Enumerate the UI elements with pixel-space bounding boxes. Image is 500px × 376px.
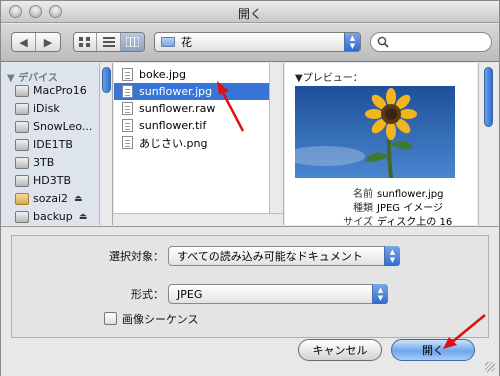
resize-grip-icon[interactable] — [485, 362, 495, 372]
search-icon — [377, 36, 389, 48]
drive-icon — [15, 84, 29, 97]
preview-pane: ▼プレビュー： 名前 sunflower.jpg 種類 JPEG イメージ サイ… — [285, 63, 477, 228]
column-view-button[interactable] — [120, 33, 144, 51]
popup-arrows-icon: ▲ ▼ — [384, 246, 400, 266]
drive-icon — [15, 102, 29, 115]
sidebar-item-3tb[interactable]: 3TB — [15, 154, 54, 171]
drive-icon — [15, 120, 29, 133]
format-popup-value: JPEG — [177, 287, 203, 301]
drive-icon — [15, 174, 29, 187]
search-field[interactable] — [370, 32, 492, 52]
enable-popup-value: すべての読み込み可能なドキュメント — [177, 250, 363, 263]
format-label: 形式： — [131, 288, 164, 301]
sidebar: ▼ デバイス MacPro16 iDisk SnowLeo... IDE1TB … — [1, 63, 113, 225]
view-mode-control — [73, 32, 145, 52]
location-label: 花 — [181, 36, 192, 49]
cancel-button[interactable]: キャンセル — [298, 339, 382, 361]
forward-arrow-icon: ▶ — [43, 35, 53, 49]
file-icon — [122, 68, 133, 81]
format-popup[interactable]: JPEG ▲ ▼ — [168, 284, 388, 304]
open-dialog-window: 開く ◀ ▶ 花 ▲ ▼ ▼ デバイス MacPro16 iDisk SnowL… — [0, 0, 500, 376]
preview-info-name: 名前 sunflower.jpg — [353, 189, 444, 200]
sidebar-scroll-thumb[interactable] — [102, 67, 111, 93]
eject-icon[interactable]: ⏏ — [74, 194, 83, 204]
sidebar-item-ide1tb[interactable]: IDE1TB — [15, 136, 73, 153]
file-row-sunflower-raw[interactable]: sunflower.raw — [114, 100, 270, 117]
folder-icon — [161, 37, 175, 47]
file-column-scrollbar[interactable] — [269, 63, 283, 213]
open-button[interactable]: 開く — [391, 339, 475, 361]
enable-label: 選択対象： — [109, 250, 164, 263]
list-view-button[interactable] — [97, 33, 121, 51]
image-sequence-label: 画像シーケンス — [122, 313, 199, 326]
back-forward-control: ◀ ▶ — [11, 32, 61, 52]
file-row-sunflower-tif[interactable]: sunflower.tif — [114, 117, 270, 134]
file-column-hscrollbar[interactable] — [114, 213, 283, 225]
location-popup[interactable]: 花 ▲ ▼ — [154, 32, 361, 52]
window-title: 開く — [237, 7, 262, 21]
list-view-icon — [102, 37, 115, 47]
browser-right-scrollbar[interactable] — [478, 63, 499, 225]
sidebar-item-idisk[interactable]: iDisk — [15, 100, 60, 117]
sidebar-item-hd3tb[interactable]: HD3TB — [15, 172, 71, 189]
file-icon — [122, 119, 133, 132]
preview-info-kind: 種類 JPEG イメージ — [353, 203, 444, 214]
file-row-sunflower-jpg[interactable]: sunflower.jpg — [114, 83, 270, 100]
drive-icon — [15, 156, 29, 169]
options-inset: 選択対象： すべての読み込み可能なドキュメント ▲ ▼ 形式： JPEG ▲ ▼ 画… — [11, 235, 489, 338]
sidebar-item-backup[interactable]: backup ⏏ — [15, 208, 87, 225]
sidebar-scrollbar[interactable] — [99, 63, 112, 225]
file-icon — [122, 102, 133, 115]
file-icon — [122, 85, 133, 98]
forward-button[interactable]: ▶ — [36, 33, 60, 51]
options-area: 選択対象： すべての読み込み可能なドキュメント ▲ ▼ 形式： JPEG ▲ ▼ 画… — [1, 226, 499, 376]
eject-icon[interactable]: ⏏ — [79, 212, 88, 222]
file-column: boke.jpg sunflower.jpg sunflower.raw sun… — [114, 63, 284, 225]
browser-scroll-thumb[interactable] — [484, 67, 493, 127]
back-arrow-icon: ◀ — [19, 35, 28, 49]
preview-header: ▼プレビュー： — [295, 73, 363, 84]
back-button[interactable]: ◀ — [12, 33, 36, 51]
drive-icon — [15, 138, 29, 151]
image-sequence-checkbox[interactable] — [104, 312, 117, 325]
enable-popup[interactable]: すべての読み込み可能なドキュメント ▲ ▼ — [168, 246, 400, 266]
file-icon — [122, 136, 133, 149]
sidebar-item-sozai2[interactable]: sozai2 ⏏ — [15, 190, 83, 207]
preview-hscroll-area — [285, 213, 477, 225]
drive-icon — [15, 210, 29, 223]
column-view-icon — [125, 37, 139, 47]
sidebar-item-snowleo[interactable]: SnowLeo... — [15, 118, 92, 135]
file-row-boke-jpg[interactable]: boke.jpg — [114, 66, 270, 83]
icon-view-button[interactable] — [74, 33, 98, 51]
folder-icon — [15, 192, 29, 205]
preview-image — [295, 86, 455, 178]
sidebar-item-macpro16[interactable]: MacPro16 — [15, 82, 87, 99]
toolbar: ◀ ▶ 花 ▲ ▼ — [1, 24, 499, 62]
title-bar: 開く — [1, 1, 499, 23]
file-row-ajisai-png[interactable]: あじさい.png — [114, 134, 270, 151]
icon-view-icon — [79, 37, 91, 47]
disclosure-triangle-icon[interactable]: ▼ — [7, 73, 15, 84]
popup-arrows-icon: ▲ ▼ — [372, 284, 388, 304]
popup-arrows-icon: ▲ ▼ — [344, 33, 360, 51]
